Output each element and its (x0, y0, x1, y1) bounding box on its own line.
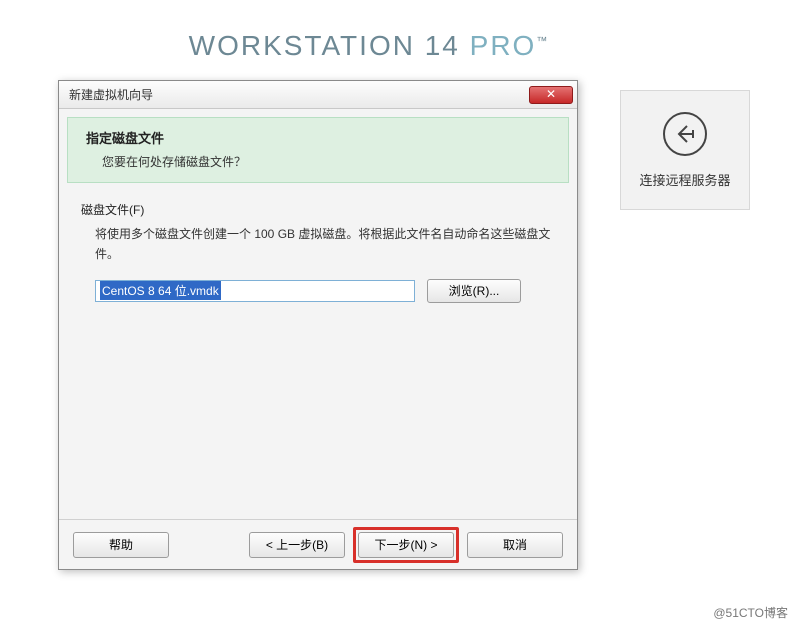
help-button[interactable]: 帮助 (73, 532, 169, 558)
disk-file-section-label: 磁盘文件(F) (81, 201, 555, 218)
connect-remote-label: 连接远程服务器 (639, 170, 730, 189)
back-button[interactable]: < 上一步(B) (249, 532, 345, 558)
close-button[interactable]: ✕ (529, 86, 573, 104)
wizard-header-title: 指定磁盘文件 (86, 128, 550, 147)
connect-remote-icon (663, 112, 707, 156)
connect-remote-server-card[interactable]: 连接远程服务器 (620, 90, 750, 210)
dialog-titlebar: 新建虚拟机向导 ✕ (59, 81, 577, 109)
watermark: @51CTO博客 (713, 604, 788, 621)
browse-button[interactable]: 浏览(R)... (427, 279, 521, 303)
cancel-button[interactable]: 取消 (467, 532, 563, 558)
dialog-title: 新建虚拟机向导 (69, 86, 153, 103)
disk-file-value: CentOS 8 64 位.vmdk (100, 281, 221, 300)
next-button-highlight: 下一步(N) > (353, 527, 459, 563)
wizard-header-subtitle: 您要在何处存储磁盘文件？ (86, 153, 550, 170)
wizard-button-bar: 帮助 < 上一步(B) 下一步(N) > 取消 (59, 519, 577, 569)
disk-file-description: 将使用多个磁盘文件创建一个 100 GB 虚拟磁盘。将根据此文件名自动命名这些磁… (81, 224, 555, 265)
new-vm-wizard-dialog: 新建虚拟机向导 ✕ 指定磁盘文件 您要在何处存储磁盘文件？ 磁盘文件(F) 将使… (58, 80, 578, 570)
next-button[interactable]: 下一步(N) > (358, 532, 454, 558)
brand-title: WORKSTATION 14 PRO™ (0, 30, 738, 62)
close-icon: ✕ (546, 87, 556, 101)
disk-file-input[interactable]: CentOS 8 64 位.vmdk (95, 280, 415, 302)
wizard-header: 指定磁盘文件 您要在何处存储磁盘文件？ (67, 117, 569, 183)
